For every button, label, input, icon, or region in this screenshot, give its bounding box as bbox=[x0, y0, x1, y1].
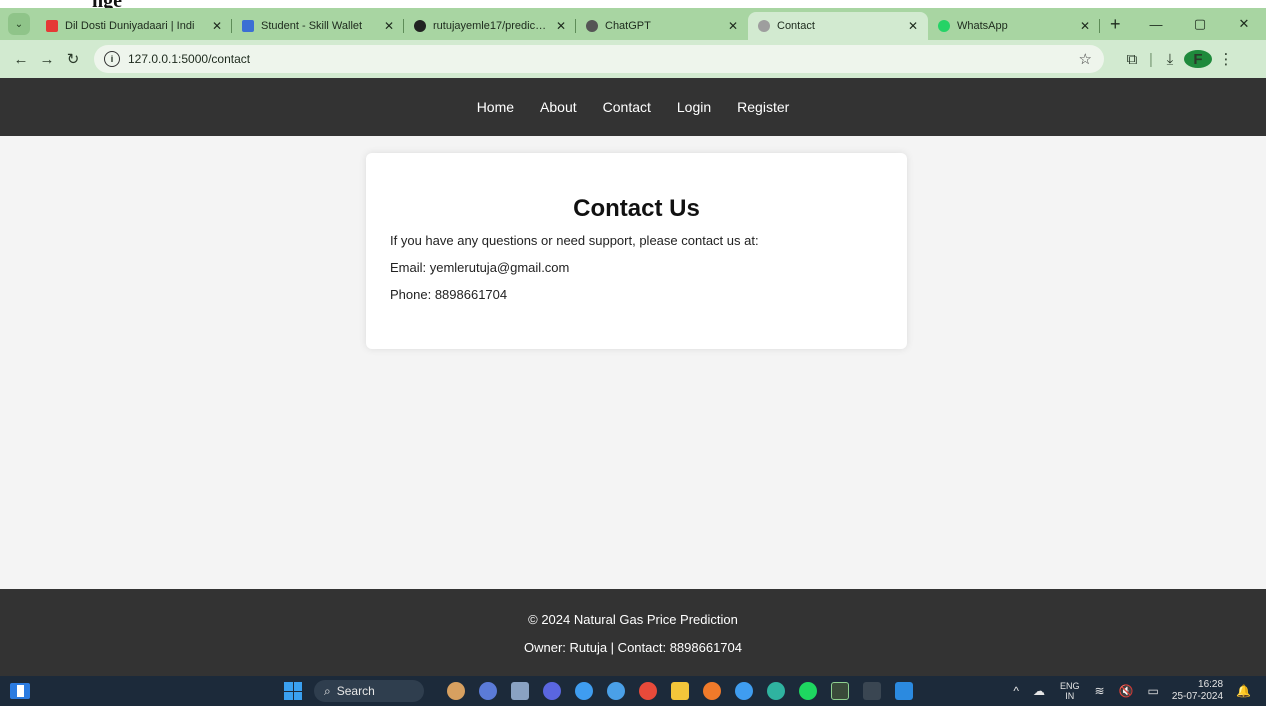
tab-label: ChatGPT bbox=[605, 20, 651, 32]
browser-toolbar: ← → ↻ i 127.0.0.1:5000/contact ☆ ⧉ | ⤓ F… bbox=[0, 40, 1266, 78]
tab-contact[interactable]: Contact ✕ bbox=[748, 12, 928, 40]
taskbar-search[interactable]: ⌕ Search bbox=[314, 680, 424, 702]
tab-label: WhatsApp bbox=[957, 20, 1008, 32]
chevron-up-icon[interactable]: ^ bbox=[1013, 684, 1019, 698]
volume-muted-icon[interactable]: 🔇 bbox=[1119, 684, 1134, 698]
github-icon bbox=[414, 20, 426, 32]
spotify-icon[interactable] bbox=[799, 682, 817, 700]
tab-skill-wallet[interactable]: Student - Skill Wallet ✕ bbox=[232, 12, 404, 40]
edge-icon[interactable] bbox=[767, 682, 785, 700]
windows-taskbar: ⌕ Search ^ ☁ ENG IN ≋ 🔇 ▭ 16:28 25-07-20… bbox=[0, 676, 1266, 706]
clock-time: 16:28 bbox=[1198, 679, 1224, 690]
download-icon[interactable]: ⤓ bbox=[1156, 51, 1184, 68]
chatgpt-icon bbox=[586, 20, 598, 32]
contact-email: Email: yemlerutuja@gmail.com bbox=[390, 260, 570, 275]
menu-kebab-icon[interactable]: ⋮ bbox=[1212, 50, 1240, 68]
restore-icon[interactable]: ▢ bbox=[1178, 16, 1222, 32]
desktop-icon[interactable] bbox=[511, 682, 529, 700]
browser-tab-bar: ⌄ Dil Dosti Duniyadaari | Indi ✕ Student… bbox=[0, 8, 1266, 40]
start-windows-icon[interactable] bbox=[284, 682, 302, 700]
main-content: Contact Us If you have any questions or … bbox=[0, 136, 1266, 589]
nav-home-link[interactable]: Home bbox=[464, 99, 527, 115]
nav-login-link[interactable]: Login bbox=[664, 99, 724, 115]
partial-heading: nge bbox=[92, 0, 122, 8]
meet-icon[interactable] bbox=[543, 682, 561, 700]
teams-icon[interactable] bbox=[479, 682, 497, 700]
tab-github[interactable]: rutujayemle17/prediction- ✕ bbox=[404, 12, 576, 40]
chrome-icon[interactable] bbox=[607, 682, 625, 700]
file-explorer-icon[interactable] bbox=[671, 682, 689, 700]
address-bar[interactable]: i 127.0.0.1:5000/contact ☆ bbox=[94, 45, 1104, 73]
notification-bell-icon[interactable]: 🔔 bbox=[1236, 684, 1251, 698]
contact-phone: Phone: 8898661704 bbox=[390, 287, 508, 302]
toolbar-divider: | bbox=[1149, 50, 1153, 68]
minimize-icon[interactable]: — bbox=[1134, 17, 1178, 32]
close-icon[interactable]: ✕ bbox=[900, 19, 918, 33]
cloud-sync-icon[interactable]: ☁ bbox=[1033, 684, 1045, 698]
close-icon[interactable]: ✕ bbox=[376, 19, 394, 33]
language-indicator[interactable]: ENG IN bbox=[1060, 681, 1080, 701]
lang-bottom: IN bbox=[1065, 691, 1075, 701]
vscode-icon[interactable] bbox=[895, 682, 913, 700]
close-icon[interactable]: ✕ bbox=[548, 19, 566, 33]
tab-search-dropdown-icon[interactable]: ⌄ bbox=[8, 13, 30, 35]
taskbar-search-label: Search bbox=[336, 684, 375, 698]
clock[interactable]: 16:28 25-07-2024 bbox=[1172, 679, 1223, 703]
battery-icon[interactable]: ▭ bbox=[1148, 684, 1159, 698]
toolbar-icons: ⧉ | ⤓ F ⋮ bbox=[1118, 50, 1240, 68]
lang-top: ENG bbox=[1060, 681, 1080, 691]
tab-whatsapp[interactable]: WhatsApp ✕ bbox=[928, 12, 1100, 40]
taskbar-apps: ⌕ Search bbox=[284, 676, 920, 706]
close-icon[interactable]: ✕ bbox=[1072, 19, 1090, 33]
url-text: 127.0.0.1:5000/contact bbox=[128, 52, 251, 66]
tab-youtube[interactable]: Dil Dosti Duniyadaari | Indi ✕ bbox=[36, 12, 232, 40]
site-footer: © 2024 Natural Gas Price Prediction Owne… bbox=[0, 589, 1266, 676]
tab-label: Contact bbox=[777, 20, 815, 32]
chrome-alt-icon[interactable] bbox=[639, 682, 657, 700]
bookmark-star-icon[interactable]: ☆ bbox=[1079, 50, 1092, 68]
new-tab-button[interactable]: + bbox=[1100, 14, 1131, 40]
site-info-icon[interactable]: i bbox=[104, 51, 120, 67]
nav-contact-link[interactable]: Contact bbox=[590, 99, 664, 115]
window-controls: — ▢ ✕ bbox=[1134, 8, 1266, 40]
reload-icon[interactable]: ↻ bbox=[60, 50, 86, 68]
contact-heading: Contact Us bbox=[573, 195, 700, 222]
back-arrow-icon[interactable]: ← bbox=[8, 51, 34, 68]
close-icon[interactable]: ✕ bbox=[720, 19, 738, 33]
widgets-icon[interactable] bbox=[10, 683, 30, 699]
footer-copyright: © 2024 Natural Gas Price Prediction bbox=[528, 612, 738, 627]
contact-intro: If you have any questions or need suppor… bbox=[390, 233, 759, 248]
close-icon[interactable]: ✕ bbox=[204, 19, 222, 33]
top-strip: nge bbox=[0, 0, 1266, 8]
nav-register-link[interactable]: Register bbox=[724, 99, 802, 115]
tab-chatgpt[interactable]: ChatGPT ✕ bbox=[576, 12, 748, 40]
site-navbar: Home About Contact Login Register bbox=[0, 78, 1266, 136]
avatar-app-icon[interactable] bbox=[447, 682, 465, 700]
tab-label: rutujayemle17/prediction- bbox=[433, 20, 548, 32]
chrome-profile-icon[interactable] bbox=[575, 682, 593, 700]
wifi-icon[interactable]: ≋ bbox=[1095, 684, 1105, 698]
firefox-icon[interactable] bbox=[703, 682, 721, 700]
footer-owner: Owner: Rutuja | Contact: 8898661704 bbox=[523, 640, 743, 655]
search-icon: ⌕ bbox=[324, 683, 331, 698]
profile-letter: F bbox=[1184, 50, 1212, 68]
clock-date: 25-07-2024 bbox=[1171, 691, 1224, 702]
contact-card: Contact Us If you have any questions or … bbox=[366, 153, 907, 349]
skill-wallet-icon bbox=[242, 20, 254, 32]
youtube-icon bbox=[46, 20, 58, 32]
close-window-icon[interactable]: ✕ bbox=[1222, 16, 1266, 32]
system-tray: ^ ☁ ENG IN ≋ 🔇 ▭ 16:28 25-07-2024 🔔 bbox=[1006, 676, 1258, 706]
forward-arrow-icon[interactable]: → bbox=[34, 51, 60, 68]
whatsapp-icon bbox=[938, 20, 950, 32]
nav-about-link[interactable]: About bbox=[527, 99, 590, 115]
chrome-beta-icon[interactable] bbox=[735, 682, 753, 700]
extensions-icon[interactable]: ⧉ bbox=[1118, 51, 1146, 68]
tab-label: Student - Skill Wallet bbox=[261, 20, 363, 32]
pycharm-icon[interactable] bbox=[831, 682, 849, 700]
tab-separator bbox=[1099, 19, 1100, 33]
globe-icon bbox=[758, 20, 770, 32]
terminal-icon[interactable] bbox=[863, 682, 881, 700]
profile-avatar[interactable]: F bbox=[1184, 50, 1212, 68]
tab-label: Dil Dosti Duniyadaari | Indi bbox=[65, 20, 195, 32]
